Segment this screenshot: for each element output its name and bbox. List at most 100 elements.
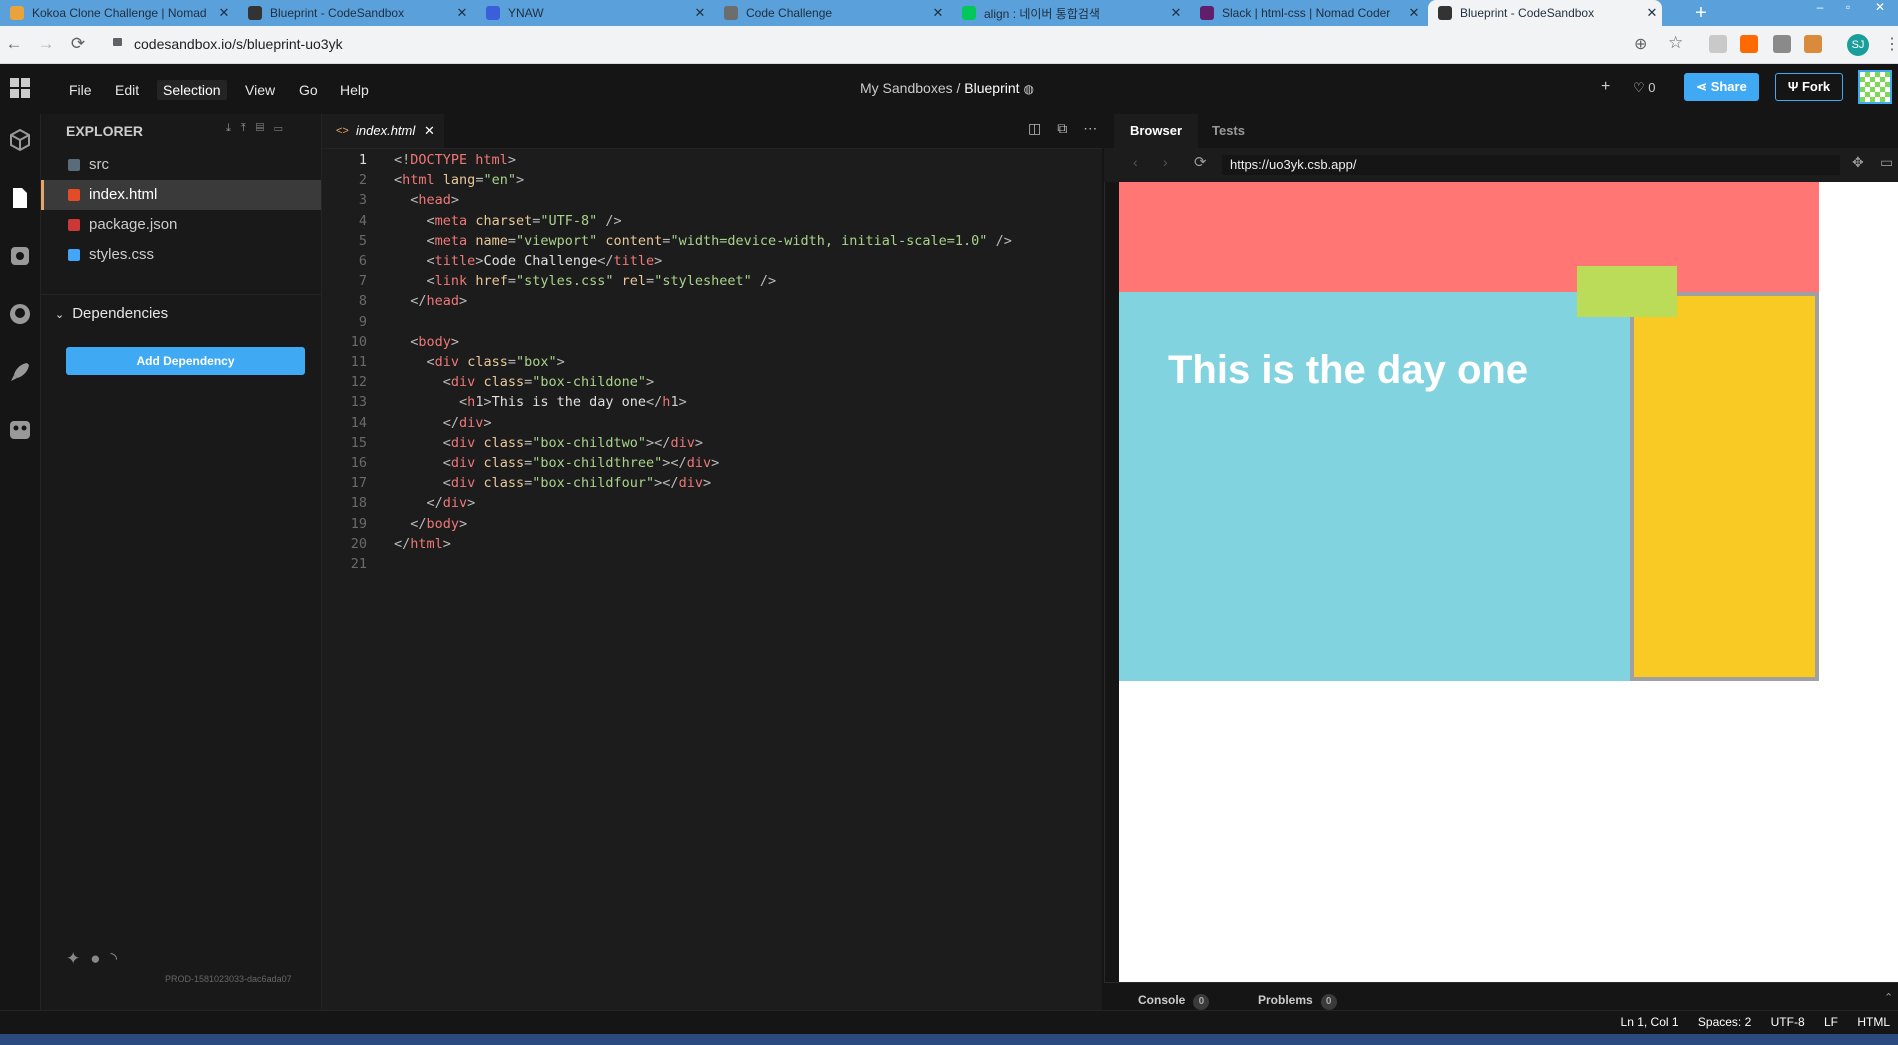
minimize-button[interactable]: – [1808,0,1832,20]
close-tab-icon[interactable]: ✕ [1166,5,1186,21]
deploy-rocket-icon[interactable] [8,360,32,384]
spectrum-icon[interactable]: ◝ [111,949,128,968]
preview-url-input[interactable]: https://uo3yk.csb.app/ [1222,155,1840,175]
code-line[interactable]: 19 </body> [322,514,467,534]
expand-icon[interactable]: ✥ [1852,154,1864,171]
browser-tab[interactable]: align : 네이버 통합검색 ✕ [952,0,1186,26]
github-icon[interactable]: ● [90,949,110,968]
console-tab[interactable]: Console 0 [1138,993,1210,1010]
close-tab-icon[interactable]: ✕ [424,114,435,148]
code-line[interactable]: 5 <meta name="viewport" content="width=d… [322,231,1012,251]
menu-file[interactable]: File [63,80,98,100]
plus-icon[interactable]: + [1601,78,1610,96]
extension-icon[interactable] [1804,35,1822,53]
extension-icon[interactable] [1740,35,1758,53]
close-tab-icon[interactable]: ✕ [928,5,948,21]
editor-tab-index-html[interactable]: <> index.html ✕ [322,114,444,148]
file-item-styles-css[interactable]: styles.css [41,240,321,270]
new-folder-icon[interactable]: ▭ [274,122,292,134]
cursor-position[interactable]: Ln 1, Col 1 [1621,1015,1679,1029]
back-icon[interactable]: ← [3,33,25,55]
twitter-icon[interactable]: ✦ [66,949,90,968]
code-line[interactable]: 16 <div class="box-childthree"></div> [322,453,719,473]
codesandbox-logo-icon[interactable] [10,78,30,98]
code-line[interactable]: 14 </div> [322,413,492,433]
browser-tab[interactable]: Kokoa Clone Challenge | Nomad ✕ [0,0,234,26]
close-window-button[interactable]: ✕ [1868,0,1892,20]
preview-back-icon[interactable]: ‹ [1133,154,1138,170]
encoding[interactable]: UTF-8 [1771,1015,1805,1029]
sandbox-name[interactable]: Blueprint [964,80,1019,96]
code-line[interactable]: 2 <html lang="en"> [322,170,524,190]
menu-view[interactable]: View [239,80,281,100]
file-item-src[interactable]: src [41,150,321,180]
code-line[interactable]: 11 <div class="box"> [322,352,565,372]
line-ending[interactable]: LF [1824,1015,1838,1029]
new-file-icon[interactable]: ▤ [256,122,274,134]
menu-selection[interactable]: Selection [157,80,227,100]
address-input[interactable]: codesandbox.io/s/blueprint-uo3yk [134,34,343,54]
open-new-window-icon[interactable]: ▭ [1880,154,1893,171]
code-line[interactable]: 10 <body> [322,332,459,352]
code-line[interactable]: 12 <div class="box-childone"> [322,372,654,392]
browser-tab[interactable]: Slack | html-css | Nomad Coder ✕ [1190,0,1424,26]
close-tab-icon[interactable]: ✕ [690,5,710,21]
reload-icon[interactable]: ⟳ [67,33,89,55]
add-dependency-button[interactable]: Add Dependency [66,347,305,375]
zoom-icon[interactable]: ⊕ [1634,34,1647,54]
breadcrumb-my-sandboxes[interactable]: My Sandboxes / [860,80,960,96]
close-tab-icon[interactable]: ✕ [1404,5,1424,21]
file-item-index-html[interactable]: index.html [41,180,321,210]
code-line[interactable]: 8 </head> [322,291,467,311]
chrome-menu-icon[interactable]: ⋮ [1884,34,1898,54]
problems-tab[interactable]: Problems 0 [1258,993,1337,1010]
code-line[interactable]: 3 <head> [322,190,459,210]
forward-icon[interactable]: → [35,33,57,55]
file-item-package-json[interactable]: package.json [41,210,321,240]
collapse-icon[interactable]: ⌃ [1884,991,1893,1004]
language-mode[interactable]: HTML [1857,1015,1890,1029]
code-line[interactable]: 4 <meta charset="UTF-8" /> [322,211,622,231]
code-line[interactable]: 1 <!DOCTYPE html> [322,150,516,170]
file-explorer-icon[interactable] [8,186,32,210]
browser-tab[interactable]: Code Challenge ✕ [714,0,948,26]
github-icon[interactable] [8,302,32,326]
menu-edit[interactable]: Edit [109,80,145,100]
code-line[interactable]: 13 <h1>This is the day one</h1> [322,392,687,412]
split-editor-icon[interactable]: ◫ [1028,120,1057,136]
tab-tests[interactable]: Tests [1212,114,1245,148]
extension-icon[interactable] [1773,35,1791,53]
code-line[interactable]: 15 <div class="box-childtwo"></div> [322,433,703,453]
code-line[interactable]: 20 </html> [322,534,451,554]
browser-tab[interactable]: Blueprint - CodeSandbox ✕ [1428,0,1662,26]
like-button[interactable]: ♡ 0 [1633,80,1656,96]
dependencies-header[interactable]: ⌄ Dependencies [55,302,168,327]
browser-tab[interactable]: YNAW ✕ [476,0,710,26]
download-icon[interactable]: ⤓ [226,122,241,134]
menu-go[interactable]: Go [293,80,324,100]
new-tab-button[interactable]: + [1688,0,1714,26]
live-collab-icon[interactable] [8,418,32,442]
open-preview-icon[interactable]: ⧉ [1057,120,1083,136]
menu-help[interactable]: Help [334,80,375,100]
code-line[interactable]: 21 [322,554,394,574]
code-line[interactable]: 7 <link href="styles.css" rel="styleshee… [322,271,776,291]
upload-icon[interactable]: ⤒ [241,122,256,134]
indentation[interactable]: Spaces: 2 [1698,1015,1751,1029]
browser-tab[interactable]: Blueprint - CodeSandbox ✕ [238,0,472,26]
user-avatar[interactable] [1858,70,1892,104]
bookmark-star-icon[interactable]: ☆ [1668,33,1683,53]
maximize-button[interactable]: ▫ [1836,0,1860,20]
code-line[interactable]: 6 <title>Code Challenge</title> [322,251,662,271]
sandbox-info-icon[interactable] [8,128,32,152]
code-line[interactable]: 9 [322,312,394,332]
extension-icon[interactable] [1709,35,1727,53]
fork-button[interactable]: Ψ Fork [1775,73,1843,101]
config-icon[interactable] [8,244,32,268]
preview-refresh-icon[interactable]: ⟳ [1194,153,1207,171]
close-tab-icon[interactable]: ✕ [452,5,472,21]
close-tab-icon[interactable]: ✕ [214,5,234,21]
code-line[interactable]: 18 </div> [322,493,476,513]
close-tab-icon[interactable]: ✕ [1642,5,1662,21]
profile-avatar[interactable]: SJ [1847,34,1869,56]
